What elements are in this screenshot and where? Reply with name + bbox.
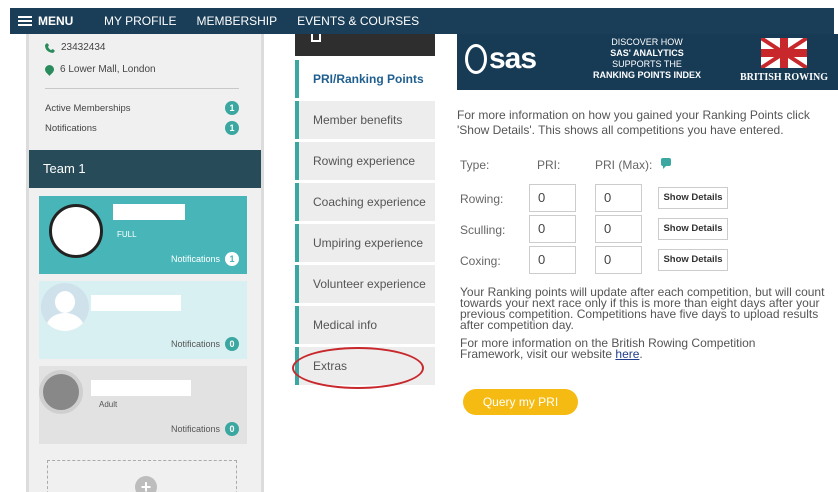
active-memberships-badge: 1 (225, 101, 239, 115)
add-member-box[interactable]: + (47, 460, 237, 492)
address-row: 6 Lower Mall, London (43, 63, 156, 76)
pri-max-label: PRI (Max): (595, 158, 653, 172)
union-flag-icon (761, 38, 807, 68)
tab-pri-ranking-points[interactable]: PRI/Ranking Points (295, 60, 435, 98)
avatar-placeholder-icon (41, 283, 89, 331)
card-notifications: Notifications 0 (171, 422, 239, 436)
member-card-3[interactable]: Adult Notifications 0 (39, 366, 247, 444)
pri-label: PRI: (537, 158, 561, 172)
ranking-update-note: Your Ranking points will update after ea… (460, 285, 825, 332)
membership-type: FULL (117, 230, 137, 239)
tab-medical-info[interactable]: Medical info (295, 306, 435, 344)
location-pin-icon (43, 63, 56, 76)
nav-events-courses[interactable]: EVENTS & COURSES (297, 14, 419, 28)
sculling-show-details-button[interactable]: Show Details (658, 218, 728, 240)
nav-membership[interactable]: MEMBERSHIP (196, 14, 277, 28)
framework-note: For more information on the British Rowi… (460, 336, 756, 361)
active-memberships-label: Active Memberships (45, 102, 131, 114)
member-card-2[interactable]: Notifications 0 (39, 281, 247, 359)
phone-icon (45, 42, 55, 53)
coxing-label: Coxing: (460, 254, 501, 268)
profile-sidebar: 23432434 6 Lower Mall, London Active Mem… (26, 34, 264, 492)
redacted-name (91, 295, 181, 311)
card-notifications-label: Notifications (170, 339, 220, 349)
query-my-pri-button[interactable]: Query my PRI (463, 389, 578, 415)
nav-my-profile[interactable]: MY PROFILE (104, 14, 176, 28)
tab-umpiring-experience[interactable]: Umpiring experience (295, 224, 435, 262)
card-notifications: Notifications 1 (171, 252, 239, 266)
profile-tabs: PRI/Ranking Points Member benefits Rowin… (292, 34, 435, 492)
menu-label: MENU (38, 14, 74, 28)
pri-intro: For more information on how you gained y… (457, 108, 810, 137)
notifications-row[interactable]: Notifications 1 (45, 121, 239, 135)
member-card-1[interactable]: FULL Notifications 1 (39, 196, 247, 274)
coxing-show-details-button[interactable]: Show Details (658, 249, 728, 271)
avatar (39, 370, 83, 414)
phone-row: 23432434 (45, 42, 106, 53)
framework-here-link[interactable]: here (615, 347, 639, 361)
coxing-pri-field: 0 (529, 246, 576, 274)
tab-coaching-experience[interactable]: Coaching experience (295, 183, 435, 221)
banner-text: DISCOVER HOW SAS' ANALYTICS SUPPORTS THE… (592, 37, 701, 80)
rowing-show-details-button[interactable]: Show Details (658, 187, 728, 209)
card-notifications-label: Notifications (170, 254, 220, 264)
card-notifications-badge: 1 (225, 252, 239, 266)
card-notifications-label: Notifications (170, 424, 220, 434)
info-chat-icon[interactable] (661, 158, 671, 169)
sas-banner[interactable]: sas DISCOVER HOW SAS' ANALYTICS SUPPORTS… (457, 34, 838, 90)
plus-icon: + (135, 476, 157, 492)
top-nav: MENU MY PROFILE MEMBERSHIP EVENTS & COUR… (10, 8, 834, 34)
sculling-label: Sculling: (460, 223, 506, 237)
tab-rowing-experience[interactable]: Rowing experience (295, 142, 435, 180)
active-memberships-row[interactable]: Active Memberships 1 (45, 101, 239, 115)
tab-member-benefits[interactable]: Member benefits (295, 101, 435, 139)
tab-volunteer-experience[interactable]: Volunteer experience (295, 265, 435, 303)
redacted-name (113, 204, 185, 220)
sculling-pri-field: 0 (529, 215, 576, 243)
menu-button[interactable]: MENU (10, 8, 100, 34)
rowing-pri-field: 0 (529, 184, 576, 212)
card-notifications-badge: 0 (225, 422, 239, 436)
card-notifications-badge: 0 (225, 337, 239, 351)
sculling-pri-max-field: 0 (595, 215, 642, 243)
redacted-name (91, 380, 191, 396)
team-header: Team 1 (29, 150, 261, 188)
divider (45, 88, 239, 89)
highlight-ellipse (292, 347, 424, 389)
british-rowing-logo: BRITISH ROWING (739, 36, 829, 86)
coxing-pri-max-field: 0 (595, 246, 642, 274)
membership-type: Adult (99, 400, 118, 409)
rowing-pri-max-field: 0 (595, 184, 642, 212)
notifications-badge: 1 (225, 121, 239, 135)
address-text: 6 Lower Mall, London (60, 64, 156, 75)
card-notifications: Notifications 0 (171, 337, 239, 351)
phone-number: 23432434 (61, 42, 106, 53)
hamburger-icon (18, 14, 32, 28)
notifications-label: Notifications (45, 122, 97, 134)
avatar (49, 204, 103, 258)
sas-logo: sas (465, 42, 537, 76)
profile-photo (295, 34, 435, 56)
rowing-label: Rowing: (460, 192, 504, 206)
type-label: Type: (460, 158, 490, 172)
